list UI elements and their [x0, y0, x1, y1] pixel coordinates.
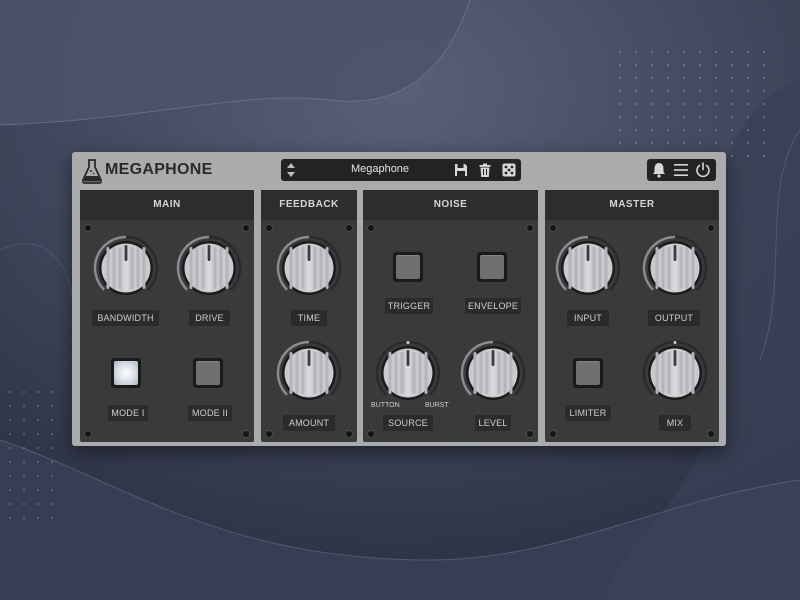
- input-label: INPUT: [567, 310, 609, 326]
- mode-i-label: MODE I: [108, 405, 148, 421]
- screw: [243, 431, 249, 437]
- panel-noise: NOISE TRIGGER ENVELOPE BUTTON BURST SOUR…: [363, 190, 538, 442]
- brand-title: MEGAPHONE: [105, 161, 213, 178]
- dice-icon[interactable]: [501, 162, 517, 178]
- panel-title-feedback: FEEDBACK: [261, 190, 357, 220]
- trigger-label: TRIGGER: [385, 298, 433, 314]
- level-knob[interactable]: [460, 340, 526, 406]
- output-label: OUTPUT: [648, 310, 700, 326]
- screw: [368, 225, 374, 231]
- bell-icon[interactable]: [650, 161, 668, 179]
- screw: [550, 225, 556, 231]
- source-label: SOURCE: [383, 415, 433, 431]
- screw: [346, 431, 352, 437]
- panel-master: MASTER INPUT OUTPUT LIMITER MIX: [545, 190, 719, 442]
- hamburger-menu-icon[interactable]: [672, 161, 690, 179]
- envelope-label: ENVELOPE: [465, 298, 521, 314]
- source-max-label: BURST: [425, 402, 449, 409]
- bandwidth-label: BANDWIDTH: [92, 310, 159, 326]
- screw: [708, 431, 714, 437]
- amount-label: AMOUNT: [283, 415, 335, 431]
- bandwidth-knob[interactable]: [93, 235, 159, 301]
- drive-knob[interactable]: [176, 235, 242, 301]
- floppy-disk-icon[interactable]: [453, 162, 469, 178]
- amount-knob[interactable]: [276, 340, 342, 406]
- source-knob[interactable]: [375, 340, 441, 406]
- panel-main: MAIN BANDWIDTH DRIVE MODE I MODE II: [80, 190, 254, 442]
- mode-ii-button[interactable]: [193, 358, 223, 388]
- source-min-label: BUTTON: [371, 402, 400, 409]
- limiter-label: LIMITER: [565, 405, 611, 421]
- input-knob[interactable]: [555, 235, 621, 301]
- panel-title-noise: NOISE: [363, 190, 538, 220]
- screw: [346, 225, 352, 231]
- time-label: TIME: [291, 310, 327, 326]
- panel-feedback: FEEDBACK TIME AMOUNT: [261, 190, 357, 442]
- envelope-button[interactable]: [477, 252, 507, 282]
- output-knob[interactable]: [642, 235, 708, 301]
- preset-name[interactable]: Megaphone: [305, 163, 455, 175]
- top-right-controls: [647, 159, 716, 181]
- flask-icon: [82, 159, 102, 184]
- screw: [527, 225, 533, 231]
- screw: [550, 431, 556, 437]
- screw: [708, 225, 714, 231]
- trigger-button[interactable]: [393, 252, 423, 282]
- screw: [527, 431, 533, 437]
- mode-ii-label: MODE II: [188, 405, 232, 421]
- plugin-window: MEGAPHONE Megaphone MAIN BANDWIDTH DRIVE…: [72, 152, 726, 446]
- preset-bar: Megaphone: [281, 159, 521, 181]
- up-down-arrows-icon[interactable]: [285, 161, 297, 179]
- screw: [243, 225, 249, 231]
- panel-title-master: MASTER: [545, 190, 719, 220]
- mix-label: MIX: [659, 415, 691, 431]
- screw: [266, 225, 272, 231]
- mode-i-button[interactable]: [111, 358, 141, 388]
- screw: [266, 431, 272, 437]
- level-label: LEVEL: [475, 415, 511, 431]
- time-knob[interactable]: [276, 235, 342, 301]
- trash-icon[interactable]: [477, 162, 493, 178]
- drive-label: DRIVE: [189, 310, 230, 326]
- screw: [368, 431, 374, 437]
- panel-title-main: MAIN: [80, 190, 254, 220]
- screw: [85, 431, 91, 437]
- mix-knob[interactable]: [642, 340, 708, 406]
- limiter-button[interactable]: [573, 358, 603, 388]
- power-icon[interactable]: [694, 161, 712, 179]
- screw: [85, 225, 91, 231]
